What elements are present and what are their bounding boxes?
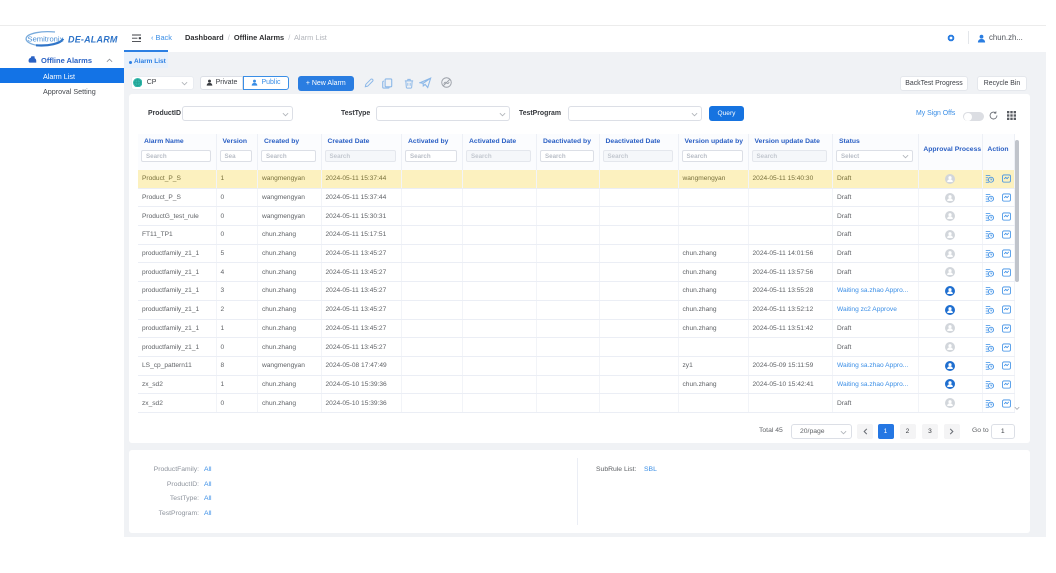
svg-text:Semitronix: Semitronix	[28, 35, 64, 44]
svg-text:DE-ALARM: DE-ALARM	[68, 34, 118, 44]
